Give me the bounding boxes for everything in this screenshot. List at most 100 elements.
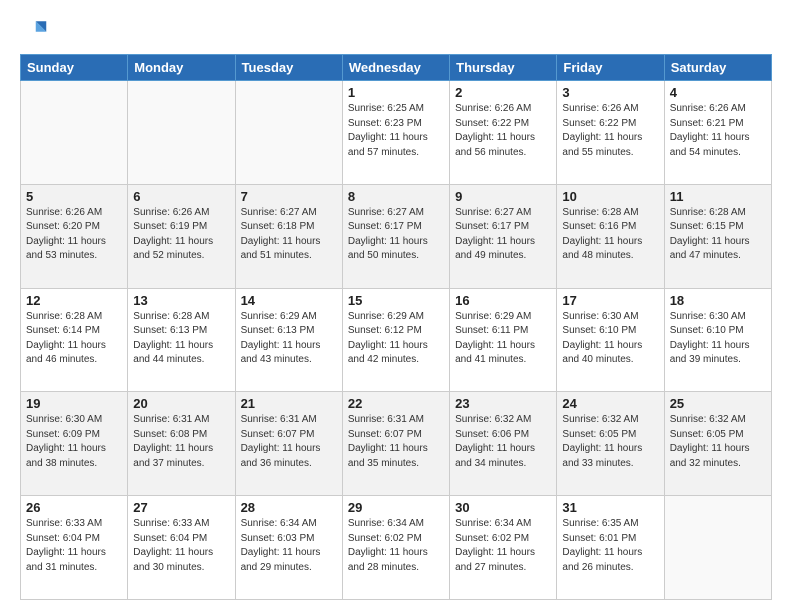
header: [20, 16, 772, 44]
calendar-cell: 25Sunrise: 6:32 AM Sunset: 6:05 PM Dayli…: [664, 392, 771, 496]
day-number: 5: [26, 189, 122, 204]
calendar-cell: 13 Sunrise: 6:28 AM Sunset: 6:13 PM Dayli…: [128, 288, 235, 392]
day-info: Sunrise: 6:33 AM Sunset: 6:04 PM Dayligh…: [133, 517, 229, 575]
day-number: 17: [562, 293, 658, 308]
day-info: Sunrise: 6:28 AM Sunset: 6:13 PM Dayligh…: [133, 310, 229, 368]
day-number: 29: [348, 500, 444, 515]
day-number: 28: [241, 500, 337, 515]
calendar-cell: 10 Sunrise: 6:28 AM Sunset: 6:16 PM Dayli…: [557, 184, 664, 288]
calendar-cell: 12 Sunrise: 6:28 AM Sunset: 6:14 PM Dayli…: [21, 288, 128, 392]
calendar-cell: 19Sunrise: 6:30 AM Sunset: 6:09 PM Dayli…: [21, 392, 128, 496]
day-number: 6: [133, 189, 229, 204]
day-info: Sunrise: 6:32 AM Sunset: 6:05 PM Dayligh…: [562, 413, 658, 471]
day-info: Sunrise: 6:34 AM Sunset: 6:02 PM Dayligh…: [348, 517, 444, 575]
day-number: 15: [348, 293, 444, 308]
day-info: Sunrise: 6:31 AM Sunset: 6:07 PM Dayligh…: [241, 413, 337, 471]
calendar-cell: 20 Sunrise: 6:31 AM Sunset: 6:08 PM Dayli…: [128, 392, 235, 496]
day-info: Sunrise: 6:26 AM Sunset: 6:21 PM Dayligh…: [670, 102, 766, 160]
calendar-cell: [128, 81, 235, 185]
calendar-cell: [235, 81, 342, 185]
calendar-week-4: 19Sunrise: 6:30 AM Sunset: 6:09 PM Dayli…: [21, 392, 772, 496]
calendar-header-thursday: Thursday: [450, 55, 557, 81]
day-number: 19: [26, 396, 122, 411]
day-number: 3: [562, 85, 658, 100]
day-number: 8: [348, 189, 444, 204]
day-number: 4: [670, 85, 766, 100]
day-number: 1: [348, 85, 444, 100]
logo: [20, 16, 52, 44]
day-number: 31: [562, 500, 658, 515]
calendar-header-saturday: Saturday: [664, 55, 771, 81]
calendar-cell: 29 Sunrise: 6:34 AM Sunset: 6:02 PM Dayli…: [342, 496, 449, 600]
day-info: Sunrise: 6:31 AM Sunset: 6:08 PM Dayligh…: [133, 413, 229, 471]
day-number: 9: [455, 189, 551, 204]
day-number: 26: [26, 500, 122, 515]
day-info: Sunrise: 6:26 AM Sunset: 6:22 PM Dayligh…: [562, 102, 658, 160]
calendar-cell: 27 Sunrise: 6:33 AM Sunset: 6:04 PM Dayli…: [128, 496, 235, 600]
day-number: 13: [133, 293, 229, 308]
calendar-cell: 31 Sunrise: 6:35 AM Sunset: 6:01 PM Dayli…: [557, 496, 664, 600]
day-number: 10: [562, 189, 658, 204]
calendar-cell: 7 Sunrise: 6:27 AM Sunset: 6:18 PM Daylig…: [235, 184, 342, 288]
day-info: Sunrise: 6:32 AM Sunset: 6:06 PM Dayligh…: [455, 413, 551, 471]
day-number: 21: [241, 396, 337, 411]
day-number: 18: [670, 293, 766, 308]
calendar-cell: 11Sunrise: 6:28 AM Sunset: 6:15 PM Dayli…: [664, 184, 771, 288]
day-info: Sunrise: 6:28 AM Sunset: 6:16 PM Dayligh…: [562, 206, 658, 264]
calendar-cell: 1 Sunrise: 6:25 AM Sunset: 6:23 PM Daylig…: [342, 81, 449, 185]
day-info: Sunrise: 6:26 AM Sunset: 6:19 PM Dayligh…: [133, 206, 229, 264]
calendar-cell: 30Sunrise: 6:34 AM Sunset: 6:02 PM Dayli…: [450, 496, 557, 600]
day-info: Sunrise: 6:29 AM Sunset: 6:13 PM Dayligh…: [241, 310, 337, 368]
calendar-cell: 4 Sunrise: 6:26 AM Sunset: 6:21 PM Daylig…: [664, 81, 771, 185]
calendar-table: SundayMondayTuesdayWednesdayThursdayFrid…: [20, 54, 772, 600]
calendar-cell: 17 Sunrise: 6:30 AM Sunset: 6:10 PM Dayli…: [557, 288, 664, 392]
day-info: Sunrise: 6:26 AM Sunset: 6:20 PM Dayligh…: [26, 206, 122, 264]
calendar-cell: 16 Sunrise: 6:29 AM Sunset: 6:11 PM Dayli…: [450, 288, 557, 392]
calendar-header-wednesday: Wednesday: [342, 55, 449, 81]
calendar-cell: 28 Sunrise: 6:34 AM Sunset: 6:03 PM Dayli…: [235, 496, 342, 600]
day-info: Sunrise: 6:31 AM Sunset: 6:07 PM Dayligh…: [348, 413, 444, 471]
day-info: Sunrise: 6:28 AM Sunset: 6:14 PM Dayligh…: [26, 310, 122, 368]
day-info: Sunrise: 6:29 AM Sunset: 6:11 PM Dayligh…: [455, 310, 551, 368]
calendar-week-3: 12 Sunrise: 6:28 AM Sunset: 6:14 PM Dayli…: [21, 288, 772, 392]
day-number: 12: [26, 293, 122, 308]
calendar-cell: 24 Sunrise: 6:32 AM Sunset: 6:05 PM Dayli…: [557, 392, 664, 496]
day-info: Sunrise: 6:30 AM Sunset: 6:10 PM Dayligh…: [670, 310, 766, 368]
calendar-cell: 2 Sunrise: 6:26 AM Sunset: 6:22 PM Daylig…: [450, 81, 557, 185]
day-number: 2: [455, 85, 551, 100]
day-info: Sunrise: 6:30 AM Sunset: 6:10 PM Dayligh…: [562, 310, 658, 368]
day-info: Sunrise: 6:26 AM Sunset: 6:22 PM Dayligh…: [455, 102, 551, 160]
day-number: 7: [241, 189, 337, 204]
day-number: 20: [133, 396, 229, 411]
calendar-header-sunday: Sunday: [21, 55, 128, 81]
calendar-header-friday: Friday: [557, 55, 664, 81]
day-info: Sunrise: 6:25 AM Sunset: 6:23 PM Dayligh…: [348, 102, 444, 160]
day-number: 16: [455, 293, 551, 308]
day-number: 22: [348, 396, 444, 411]
calendar-cell: 18 Sunrise: 6:30 AM Sunset: 6:10 PM Dayli…: [664, 288, 771, 392]
calendar-cell: 15 Sunrise: 6:29 AM Sunset: 6:12 PM Dayli…: [342, 288, 449, 392]
calendar-cell: 14 Sunrise: 6:29 AM Sunset: 6:13 PM Dayli…: [235, 288, 342, 392]
calendar-cell: [664, 496, 771, 600]
day-info: Sunrise: 6:34 AM Sunset: 6:02 PM Dayligh…: [455, 517, 551, 575]
day-info: Sunrise: 6:27 AM Sunset: 6:17 PM Dayligh…: [348, 206, 444, 264]
day-number: 25: [670, 396, 766, 411]
calendar-cell: 8 Sunrise: 6:27 AM Sunset: 6:17 PM Daylig…: [342, 184, 449, 288]
day-info: Sunrise: 6:29 AM Sunset: 6:12 PM Dayligh…: [348, 310, 444, 368]
calendar-cell: [21, 81, 128, 185]
day-info: Sunrise: 6:34 AM Sunset: 6:03 PM Dayligh…: [241, 517, 337, 575]
calendar-week-1: 1 Sunrise: 6:25 AM Sunset: 6:23 PM Daylig…: [21, 81, 772, 185]
day-number: 24: [562, 396, 658, 411]
calendar-cell: 9Sunrise: 6:27 AM Sunset: 6:17 PM Daylig…: [450, 184, 557, 288]
calendar-cell: 21 Sunrise: 6:31 AM Sunset: 6:07 PM Dayli…: [235, 392, 342, 496]
calendar-cell: 3 Sunrise: 6:26 AM Sunset: 6:22 PM Daylig…: [557, 81, 664, 185]
calendar-header-monday: Monday: [128, 55, 235, 81]
calendar-cell: 23Sunrise: 6:32 AM Sunset: 6:06 PM Dayli…: [450, 392, 557, 496]
day-info: Sunrise: 6:35 AM Sunset: 6:01 PM Dayligh…: [562, 517, 658, 575]
day-number: 14: [241, 293, 337, 308]
calendar-week-2: 5 Sunrise: 6:26 AM Sunset: 6:20 PM Daylig…: [21, 184, 772, 288]
day-number: 27: [133, 500, 229, 515]
calendar-cell: 5 Sunrise: 6:26 AM Sunset: 6:20 PM Daylig…: [21, 184, 128, 288]
day-info: Sunrise: 6:27 AM Sunset: 6:18 PM Dayligh…: [241, 206, 337, 264]
logo-icon: [20, 16, 48, 44]
